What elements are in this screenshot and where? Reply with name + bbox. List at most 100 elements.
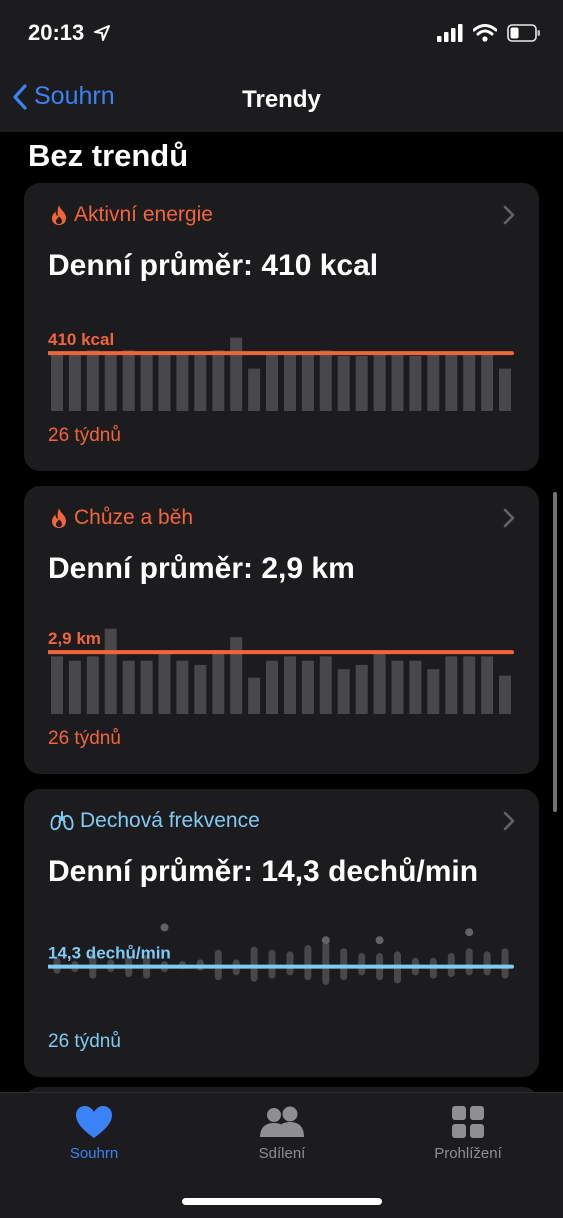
chart-bar — [248, 677, 261, 714]
trend-chart-respiratory-rate: 14,3 dechů/min — [48, 923, 514, 985]
tab-browse[interactable]: Prohlížení — [398, 1105, 538, 1162]
people-icon — [260, 1106, 304, 1137]
chart-bar — [194, 664, 207, 714]
chart-outlier-dot — [465, 928, 474, 937]
chart-bar — [68, 353, 81, 411]
chart-bar — [499, 368, 511, 411]
chart-bar — [248, 368, 261, 411]
chart-bar — [463, 656, 476, 714]
chart-outlier-dot — [321, 936, 330, 945]
location-arrow-icon — [94, 25, 110, 41]
chart-bar — [391, 353, 404, 411]
card-header: Dechová frekvence — [50, 809, 260, 833]
chart-bar — [391, 660, 404, 714]
page-title: Trendy — [242, 86, 321, 113]
time-range-label: 26 týdnů — [48, 728, 121, 749]
chart-bar — [409, 355, 422, 411]
chart-range-bar — [465, 948, 473, 976]
tab-sharing[interactable]: Sdílení — [212, 1105, 352, 1162]
cellular-signal-icon — [437, 24, 463, 42]
chart-bar — [355, 664, 368, 714]
chart-bar — [86, 350, 99, 411]
chart-bar — [230, 337, 243, 411]
chart-outlier-dot — [375, 936, 384, 945]
chart-bar — [284, 353, 296, 411]
card-title: Dechová frekvence — [80, 809, 260, 832]
card-title: Chůze a běh — [74, 506, 194, 529]
chart-bar — [337, 355, 350, 411]
chart-bar — [499, 675, 511, 714]
chart-bar — [68, 660, 81, 714]
chart-bar — [301, 660, 314, 714]
average-label: 14,3 dechů/min — [48, 944, 171, 963]
chart-bar — [158, 353, 171, 411]
chart-bar — [86, 656, 99, 714]
chart-bar — [427, 669, 440, 714]
chart-bar — [140, 353, 153, 411]
trends-scroll-area[interactable]: Bez trendů Aktivní energie Denní průměr:… — [0, 132, 563, 1092]
wifi-icon — [473, 24, 497, 42]
chart-bar — [337, 669, 350, 714]
chart-bar — [194, 353, 207, 411]
navigation-bar: Souhrn Trendy — [0, 70, 563, 132]
chart-bar — [122, 660, 135, 714]
chart-bar — [230, 637, 243, 714]
chart-range-bar — [286, 951, 294, 976]
chevron-right-icon — [503, 508, 515, 528]
tab-label: Souhrn — [69, 1145, 119, 1162]
chart-outlier-dot — [160, 923, 169, 932]
average-label: 410 kcal — [48, 330, 114, 349]
tab-label: Sdílení — [258, 1145, 306, 1162]
section-title: Bez trendů — [28, 138, 189, 173]
chart-range-bar — [322, 941, 330, 985]
card-title: Aktivní energie — [74, 203, 213, 226]
battery-icon — [507, 24, 540, 42]
status-bar: 20:13 — [0, 0, 563, 70]
chart-range-bar — [340, 948, 348, 981]
chevron-right-icon — [503, 205, 515, 225]
chart-range-bar — [250, 946, 258, 982]
heart-icon — [76, 1106, 112, 1138]
chart-bar — [481, 353, 494, 411]
chart-bar — [445, 656, 458, 714]
chart-bar — [481, 656, 494, 714]
chart-bar — [409, 660, 422, 714]
chart-range-bar — [268, 949, 276, 979]
chart-bar — [319, 656, 332, 714]
chart-bar — [266, 353, 278, 411]
time-range-label: 26 týdnů — [48, 1031, 121, 1052]
chart-bar — [51, 656, 63, 714]
chart-bar — [51, 353, 63, 411]
trend-card-walking-running[interactable]: Chůze a běh Denní průměr: 2,9 km 2,9 km … — [24, 486, 539, 774]
chart-bar — [319, 350, 332, 411]
lungs-icon — [50, 811, 74, 831]
chart-range-bar — [501, 948, 509, 979]
scroll-indicator — [553, 492, 557, 812]
card-header: Chůze a běh — [50, 506, 193, 530]
flame-icon — [52, 508, 66, 528]
chart-range-bar — [483, 951, 491, 976]
chart-bar — [301, 353, 314, 411]
chart-bar — [176, 660, 189, 714]
chevron-right-icon — [503, 811, 515, 831]
chart-bar — [355, 355, 368, 411]
home-indicator — [182, 1198, 382, 1205]
chart-range-bar — [304, 945, 312, 981]
daily-average-value: Denní průměr: 410 kcal — [48, 249, 379, 282]
tab-label: Prohlížení — [434, 1145, 502, 1162]
chart-bar — [212, 350, 225, 411]
daily-average-value: Denní průměr: 2,9 km — [48, 552, 355, 585]
chart-range-bar — [358, 953, 366, 976]
daily-average-value: Denní průměr: 14,3 dechů/min — [48, 855, 479, 888]
time-range-label: 26 týdnů — [48, 425, 121, 446]
chart-bar — [104, 353, 117, 411]
trend-card-respiratory-rate[interactable]: Dechová frekvence Denní průměr: 14,3 dec… — [24, 789, 539, 1077]
trend-chart-walking-running: 2,9 km — [48, 628, 514, 714]
chart-bar — [158, 652, 171, 714]
trend-card-active-energy[interactable]: Aktivní energie Denní průměr: 410 kcal 4… — [24, 183, 539, 471]
flame-icon — [52, 205, 66, 225]
tab-summary[interactable]: Souhrn — [24, 1105, 164, 1162]
grid-icon — [452, 1106, 484, 1138]
chart-bar — [140, 660, 153, 714]
status-time: 20:13 — [28, 20, 85, 45]
